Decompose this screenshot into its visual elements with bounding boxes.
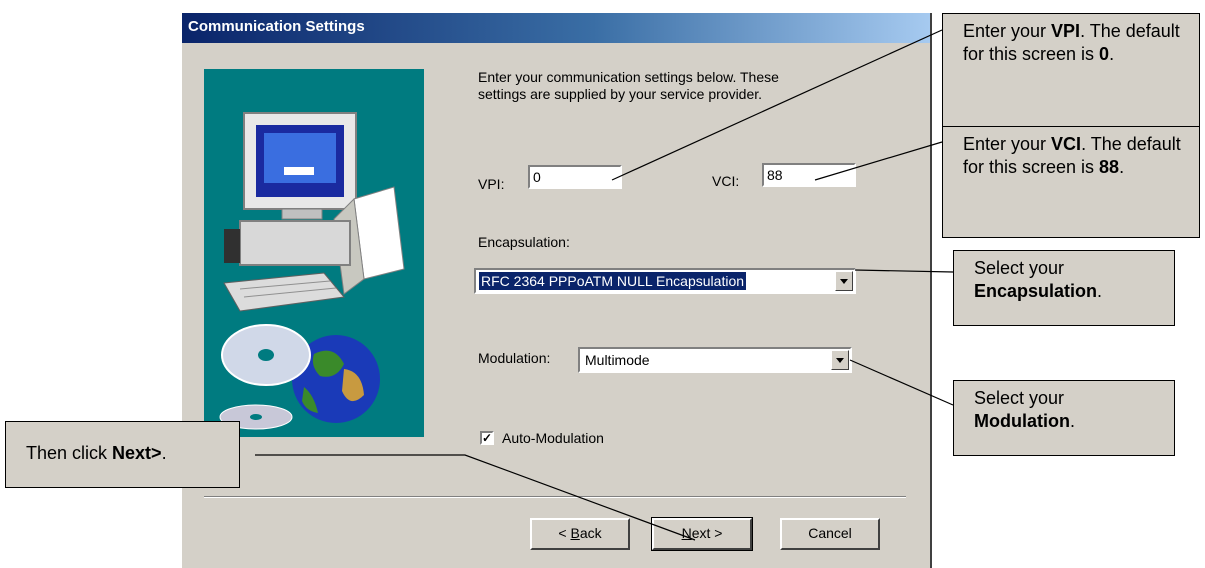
leader-line-vci (814, 141, 943, 181)
leader-line-modulation (849, 359, 954, 406)
callout-leader-lines (255, 29, 954, 541)
leader-line-encapsulation (854, 269, 954, 273)
leader-line-next (255, 454, 696, 541)
leader-line-vpi (611, 29, 943, 181)
